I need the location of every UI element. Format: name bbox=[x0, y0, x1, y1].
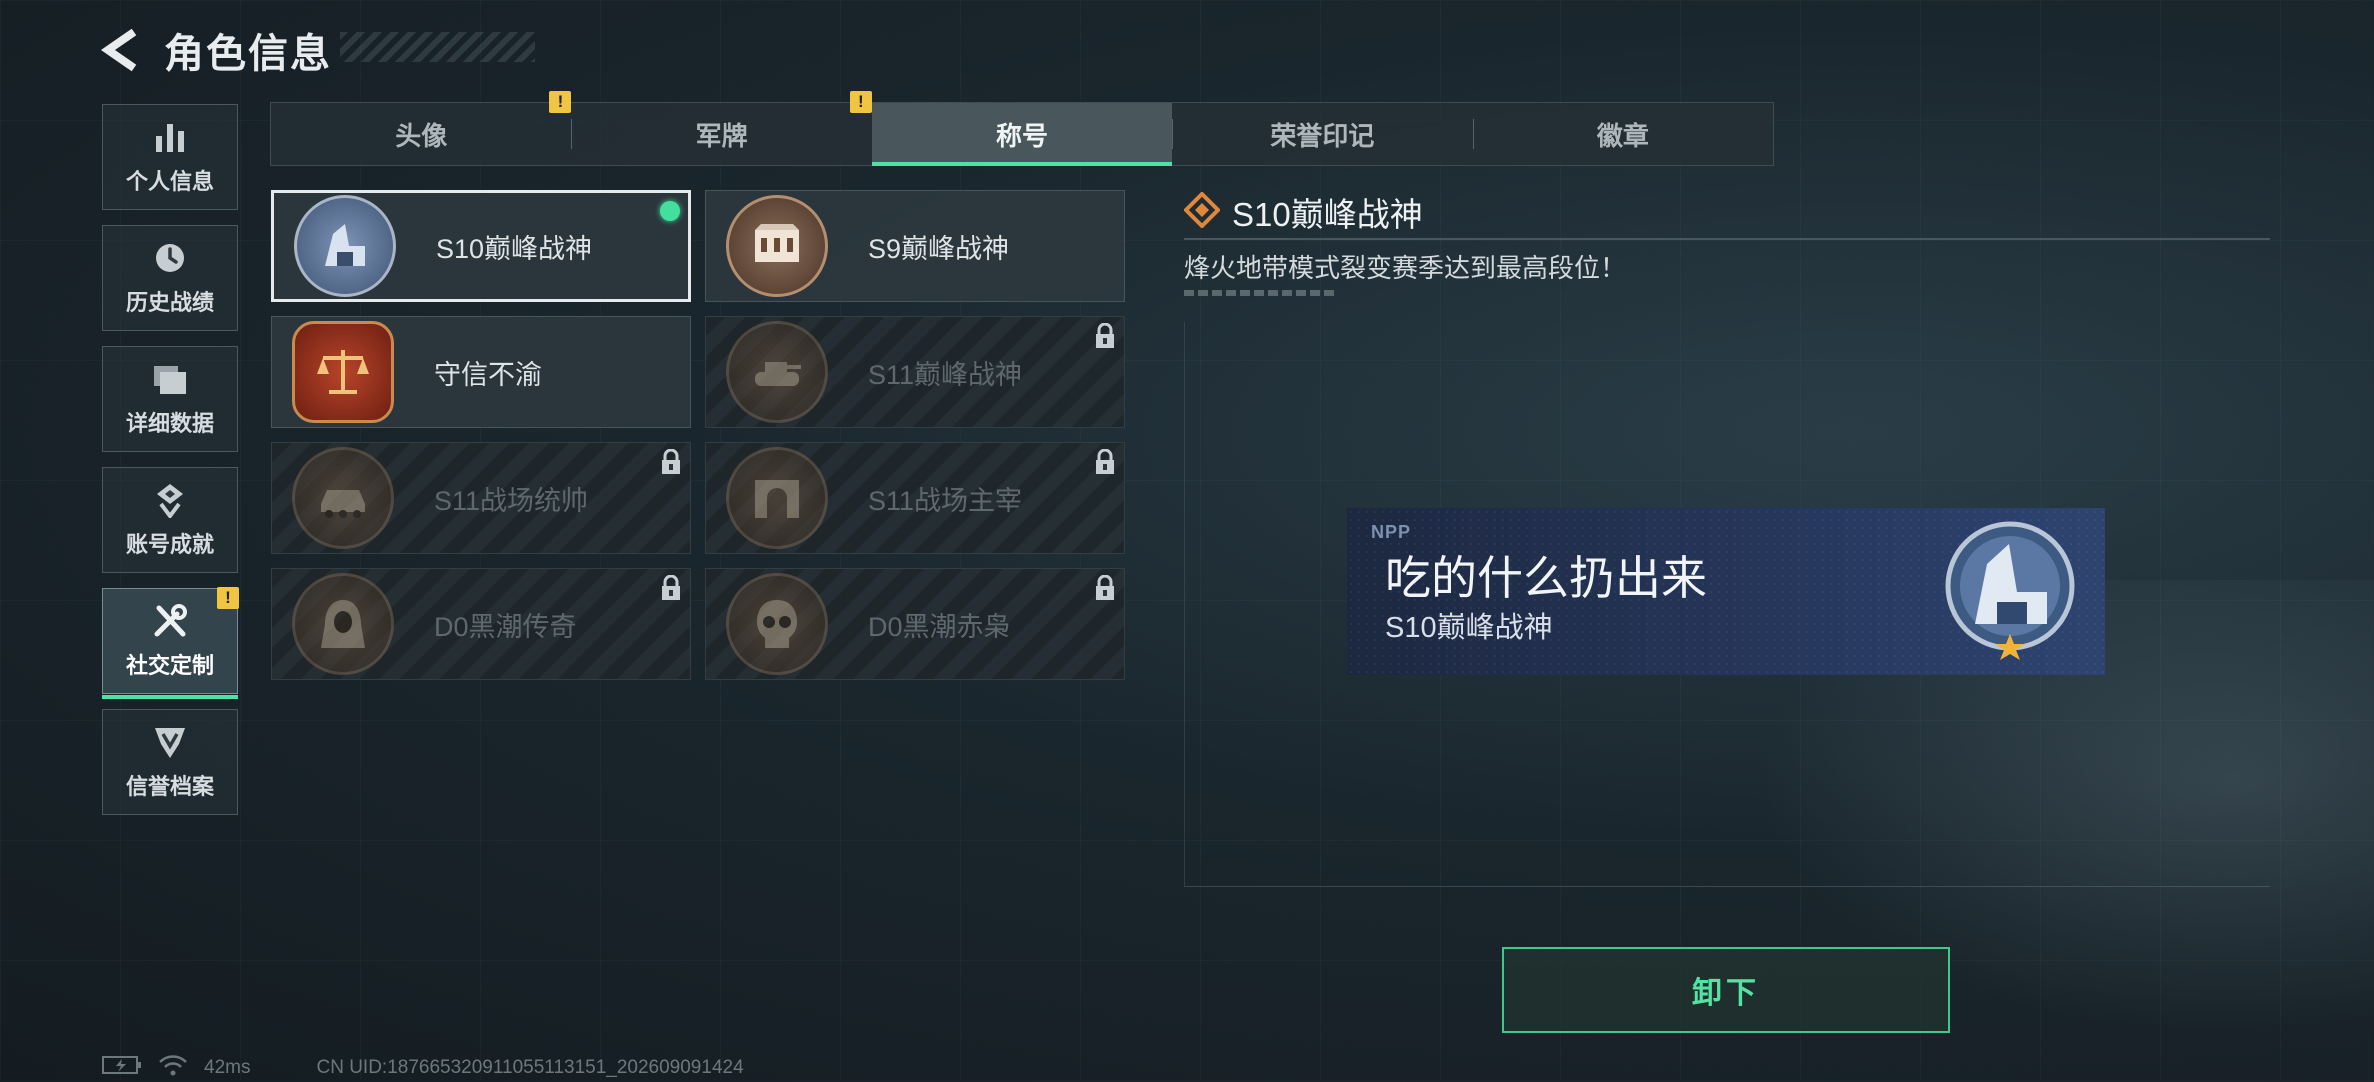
history-icon bbox=[151, 239, 189, 277]
sidebar-item-label: 账号成就 bbox=[125, 532, 214, 557]
title-card-s9-peak[interactable]: S9巅峰战神 bbox=[705, 190, 1125, 302]
detail-title: S10巅峰战神 bbox=[1232, 196, 1423, 233]
title-card-d0-legend[interactable]: D0黑潮传奇 bbox=[271, 568, 691, 680]
status-bar: 42ms CN UID:187665320911055113151_202609… bbox=[102, 1054, 744, 1082]
preview-divider bbox=[1184, 886, 2270, 887]
page-title: 角色信息 bbox=[164, 32, 332, 76]
title-name: D0黑潮传奇 bbox=[434, 611, 577, 642]
title-name: D0黑潮赤枭 bbox=[868, 611, 1011, 642]
lock-icon bbox=[1094, 448, 1116, 480]
unequip-button[interactable]: 卸下 bbox=[1502, 947, 1950, 1033]
tab-label: 称号 bbox=[996, 120, 1049, 151]
sidebar-item-label: 详细数据 bbox=[125, 411, 214, 436]
title-card-s11-peak[interactable]: S11巅峰战神 bbox=[705, 316, 1125, 428]
ping-value: 42ms bbox=[204, 1057, 251, 1078]
equipped-indicator bbox=[660, 201, 680, 221]
sidebar-item-label: 社交定制 bbox=[125, 653, 214, 678]
lock-icon bbox=[660, 448, 682, 480]
player-name: 吃的什么扔出来 bbox=[1385, 552, 1707, 604]
folder-icon bbox=[151, 360, 189, 398]
tab-avatar[interactable]: 头像 ! bbox=[271, 91, 572, 165]
lock-icon bbox=[1094, 322, 1116, 354]
title-name: S11巅峰战神 bbox=[868, 359, 1023, 390]
header-decoration bbox=[340, 32, 535, 62]
title-name: S11战场统帅 bbox=[434, 485, 589, 516]
tab-honor-marks[interactable]: 荣誉印记 bbox=[1172, 103, 1472, 165]
sidebar-item-label: 信誉档案 bbox=[125, 774, 214, 799]
sidebar-item-history[interactable]: 历史战绩 bbox=[102, 225, 238, 331]
description-decoration bbox=[1184, 290, 1334, 296]
warning-badge: ! bbox=[849, 91, 872, 113]
silver-fortress-medal-icon bbox=[294, 195, 396, 297]
hooded-figure-medal-icon bbox=[292, 573, 394, 675]
warning-badge: ! bbox=[549, 91, 572, 113]
tab-badges[interactable]: 徽章 bbox=[1472, 103, 1773, 165]
shield-badge-icon bbox=[151, 723, 189, 761]
silver-fortress-medal-icon bbox=[1935, 514, 2085, 664]
tools-icon bbox=[151, 602, 189, 640]
tab-label: 军牌 bbox=[695, 120, 748, 151]
page-header: 角色信息 bbox=[100, 22, 332, 78]
tab-label: 徽章 bbox=[1596, 120, 1649, 151]
tab-label: 头像 bbox=[395, 120, 448, 151]
bar-chart-icon bbox=[151, 118, 189, 156]
title-card-s11-dominator[interactable]: S11战场主宰 bbox=[705, 442, 1125, 554]
bronze-fortress-medal-icon bbox=[726, 195, 828, 297]
title-name: S10巅峰战神 bbox=[436, 233, 593, 264]
sidebar-item-personal-info[interactable]: 个人信息 bbox=[102, 104, 238, 210]
scales-medal-icon bbox=[292, 321, 394, 423]
back-arrow-icon[interactable] bbox=[100, 28, 140, 72]
sidebar-item-achievements[interactable]: 账号成就 bbox=[102, 467, 238, 573]
battery-icon bbox=[102, 1055, 142, 1081]
category-tabs: 头像 ! 军牌 ! 称号 荣誉印记 徽章 bbox=[270, 91, 1774, 166]
wifi-icon bbox=[158, 1054, 188, 1082]
title-card-s11-commander[interactable]: S11战场统帅 bbox=[271, 442, 691, 554]
sidebar-item-credit-file[interactable]: 信誉档案 bbox=[102, 709, 238, 815]
warning-badge: ! bbox=[217, 587, 239, 609]
title-name: 守信不渝 bbox=[434, 359, 542, 390]
detail-header: S10巅峰战神 bbox=[1183, 188, 1423, 236]
sidebar-item-label: 历史战绩 bbox=[125, 290, 214, 315]
sidebar-item-social-custom[interactable]: ! 社交定制 bbox=[102, 587, 239, 699]
tank-medal-icon bbox=[726, 321, 828, 423]
diamond-rank-icon bbox=[1183, 190, 1221, 233]
banner-tag: NPP bbox=[1371, 522, 1412, 542]
apc-medal-icon bbox=[292, 447, 394, 549]
sidebar: 个人信息 历史战绩 详细数据 账号成就 ! 社交定制 信誉档案 bbox=[102, 104, 240, 830]
lock-icon bbox=[1094, 574, 1116, 606]
tab-titles[interactable]: 称号 bbox=[871, 103, 1173, 166]
achievement-icon bbox=[151, 481, 189, 519]
detail-description: 烽火地带模式裂变赛季达到最高段位！ bbox=[1184, 253, 1627, 283]
sidebar-item-detailed-data[interactable]: 详细数据 bbox=[102, 346, 238, 452]
arch-medal-icon bbox=[726, 447, 828, 549]
title-name: S9巅峰战神 bbox=[868, 233, 1010, 264]
title-preview-banner: NPP 吃的什么扔出来 S10巅峰战神 bbox=[1347, 508, 2105, 675]
banner-title: S10巅峰战神 bbox=[1385, 612, 1553, 644]
title-card-d0-red-owl[interactable]: D0黑潮赤枭 bbox=[705, 568, 1125, 680]
tab-label: 荣誉印记 bbox=[1270, 120, 1375, 151]
lock-icon bbox=[660, 574, 682, 606]
title-grid: S10巅峰战神 S9巅峰战神 守信不渝 S11巅峰战神 S11战场统帅 S11战… bbox=[271, 190, 1126, 680]
tab-dog-tag[interactable]: 军牌 ! bbox=[571, 91, 872, 165]
title-card-faithful[interactable]: 守信不渝 bbox=[271, 316, 691, 428]
user-uid: CN UID:187665320911055113151_20260909142… bbox=[316, 1057, 744, 1078]
title-name: S11战场主宰 bbox=[868, 485, 1023, 516]
skull-medal-icon bbox=[726, 573, 828, 675]
sidebar-item-label: 个人信息 bbox=[125, 169, 214, 194]
detail-divider bbox=[1184, 238, 2270, 240]
title-card-s10-peak[interactable]: S10巅峰战神 bbox=[271, 190, 691, 302]
